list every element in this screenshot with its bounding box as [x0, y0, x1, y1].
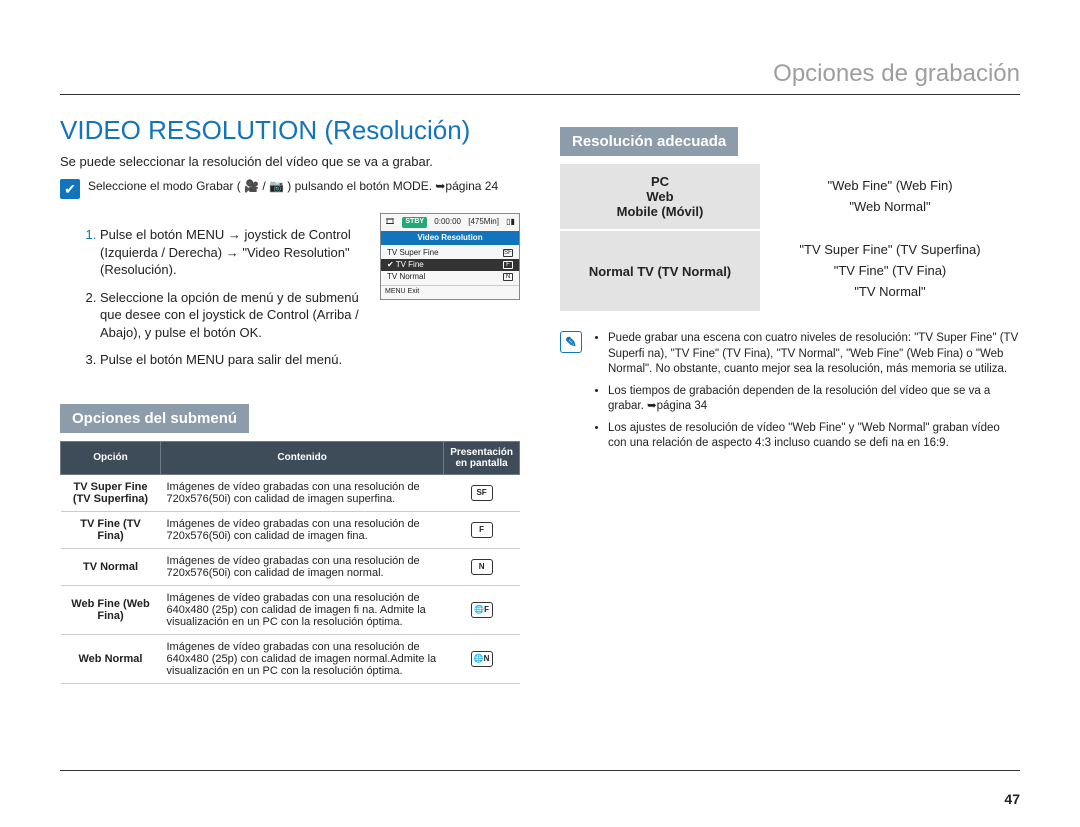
- adequate-category: Normal TV (TV Normal): [560, 230, 760, 312]
- left-column: VIDEO RESOLUTION (Resolución) Se puede s…: [60, 115, 520, 684]
- options-th-1: Contenido: [161, 441, 444, 474]
- option-presentation: N: [444, 548, 520, 585]
- section-title: VIDEO RESOLUTION (Resolución): [60, 115, 520, 146]
- step-2: Seleccione la opción de menú y de submen…: [100, 289, 368, 342]
- adequate-table: PC Web Mobile (Móvil)"Web Fine" (Web Fin…: [560, 164, 1020, 313]
- option-presentation: 🌐N: [444, 634, 520, 683]
- option-name: TV Fine (TV Fina): [61, 511, 161, 548]
- options-thead: Opción Contenido Presentación en pantall…: [61, 441, 520, 474]
- lcd-stby-badge: STBY: [402, 217, 427, 228]
- note-item: Los tiempos de grabación dependen de la …: [608, 384, 1020, 415]
- lcd-item-1-check: ✔: [387, 260, 394, 270]
- option-desc: Imágenes de vídeo grabadas con una resol…: [161, 474, 444, 511]
- options-row: TV Fine (TV Fina)Imágenes de vídeo graba…: [61, 511, 520, 548]
- note-item: Puede grabar una escena con cuatro nivel…: [608, 331, 1020, 378]
- lcd-item-1-icon: F: [503, 261, 513, 269]
- note-icon: ✎: [560, 331, 582, 353]
- options-th-0: Opción: [61, 441, 161, 474]
- options-row: TV NormalImágenes de vídeo grabadas con …: [61, 548, 520, 585]
- option-name: Web Fine (Web Fina): [61, 585, 161, 634]
- steps-and-lcd: Pulse el botón MENU → joystick de Contro…: [60, 213, 520, 392]
- adequate-value: "TV Super Fine" (TV Superfina) "TV Fine"…: [760, 230, 1020, 312]
- option-desc: Imágenes de vídeo grabadas con una resol…: [161, 511, 444, 548]
- option-name: TV Normal: [61, 548, 161, 585]
- presentation-icon: N: [471, 559, 493, 575]
- presentation-icon: 🌐N: [471, 651, 493, 667]
- lcd-item-2: TV Normal N: [381, 271, 519, 283]
- intro-text: Se puede seleccionar la resolución del v…: [60, 154, 520, 169]
- lcd-footer: MENU Exit: [381, 285, 519, 299]
- option-name: Web Normal: [61, 634, 161, 683]
- lcd-remain: [475Min]: [468, 217, 499, 227]
- presentation-icon: SF: [471, 485, 493, 501]
- option-name: TV Super Fine (TV Superfina): [61, 474, 161, 511]
- adequate-value: "Web Fine" (Web Fin) "Web Normal": [760, 164, 1020, 230]
- manual-page: Opciones de grabación VIDEO RESOLUTION (…: [0, 0, 1080, 714]
- lcd-battery-icon: ▯▮: [506, 217, 515, 227]
- lcd-film-icon: 🎞: [385, 217, 395, 227]
- option-desc: Imágenes de vídeo grabadas con una resol…: [161, 634, 444, 683]
- submenu-heading: Opciones del submenú: [60, 404, 249, 433]
- options-tbody: TV Super Fine (TV Superfina)Imágenes de …: [61, 474, 520, 683]
- lcd-item-0-icon: SF: [503, 249, 513, 257]
- adequate-row: Normal TV (TV Normal)"TV Super Fine" (TV…: [560, 230, 1020, 312]
- footer-rule: [60, 770, 1020, 771]
- option-presentation: 🌐F: [444, 585, 520, 634]
- lcd-item-2-label: TV Normal: [387, 272, 425, 282]
- notes-list: Puede grabar una escena con cuatro nivel…: [592, 331, 1020, 458]
- options-row: Web NormalImágenes de vídeo grabadas con…: [61, 634, 520, 683]
- lcd-item-1-label: TV Fine: [394, 260, 503, 270]
- lcd-menu-title: Video Resolution: [381, 231, 519, 245]
- notes-block: ✎ Puede grabar una escena con cuatro niv…: [560, 331, 1020, 458]
- adequate-tbody: PC Web Mobile (Móvil)"Web Fine" (Web Fin…: [560, 164, 1020, 312]
- lcd-item-0-label: TV Super Fine: [387, 248, 439, 258]
- options-row: Web Fine (Web Fina)Imágenes de vídeo gra…: [61, 585, 520, 634]
- check-icon: ✔: [60, 179, 80, 199]
- note-item: Los ajustes de resolución de vídeo "Web …: [608, 421, 1020, 452]
- options-th-2: Presentación en pantalla: [444, 441, 520, 474]
- options-row: TV Super Fine (TV Superfina)Imágenes de …: [61, 474, 520, 511]
- lcd-item-2-icon: N: [503, 273, 513, 281]
- adequate-category: PC Web Mobile (Móvil): [560, 164, 760, 230]
- lcd-item-0: TV Super Fine SF: [381, 247, 519, 259]
- right-column: Resolución adecuada PC Web Mobile (Móvil…: [560, 115, 1020, 684]
- lcd-time: 0:00:00: [434, 217, 461, 227]
- two-column-layout: VIDEO RESOLUTION (Resolución) Se puede s…: [60, 115, 1020, 684]
- step-1-text: Pulse el botón MENU → joystick de Contro…: [100, 227, 351, 277]
- options-table: Opción Contenido Presentación en pantall…: [60, 441, 520, 684]
- option-desc: Imágenes de vídeo grabadas con una resol…: [161, 548, 444, 585]
- step-3: Pulse el botón MENU para salir del menú.: [100, 351, 368, 369]
- lcd-statusbar: 🎞 STBY 0:00:00 [475Min] ▯▮: [381, 214, 519, 231]
- mode-note-text: Seleccione el modo Grabar ( 🎥 / 📷 ) puls…: [88, 179, 498, 193]
- page-number: 47: [1004, 791, 1020, 807]
- option-presentation: SF: [444, 474, 520, 511]
- lcd-menu-list: TV Super Fine SF ✔ TV Fine F TV Normal N: [381, 245, 519, 285]
- step-1: Pulse el botón MENU → joystick de Contro…: [100, 226, 368, 279]
- adequate-row: PC Web Mobile (Móvil)"Web Fine" (Web Fin…: [560, 164, 1020, 230]
- presentation-icon: F: [471, 522, 493, 538]
- step-list: Pulse el botón MENU → joystick de Contro…: [60, 226, 368, 379]
- mode-prerequisite: ✔ Seleccione el modo Grabar ( 🎥 / 📷 ) pu…: [60, 179, 520, 199]
- option-presentation: F: [444, 511, 520, 548]
- option-desc: Imágenes de vídeo grabadas con una resol…: [161, 585, 444, 634]
- presentation-icon: 🌐F: [471, 602, 493, 618]
- chapter-title: Opciones de grabación: [60, 60, 1020, 95]
- adequate-heading: Resolución adecuada: [560, 127, 738, 156]
- lcd-item-1: ✔ TV Fine F: [381, 259, 519, 271]
- lcd-preview: 🎞 STBY 0:00:00 [475Min] ▯▮ Video Resolut…: [380, 213, 520, 300]
